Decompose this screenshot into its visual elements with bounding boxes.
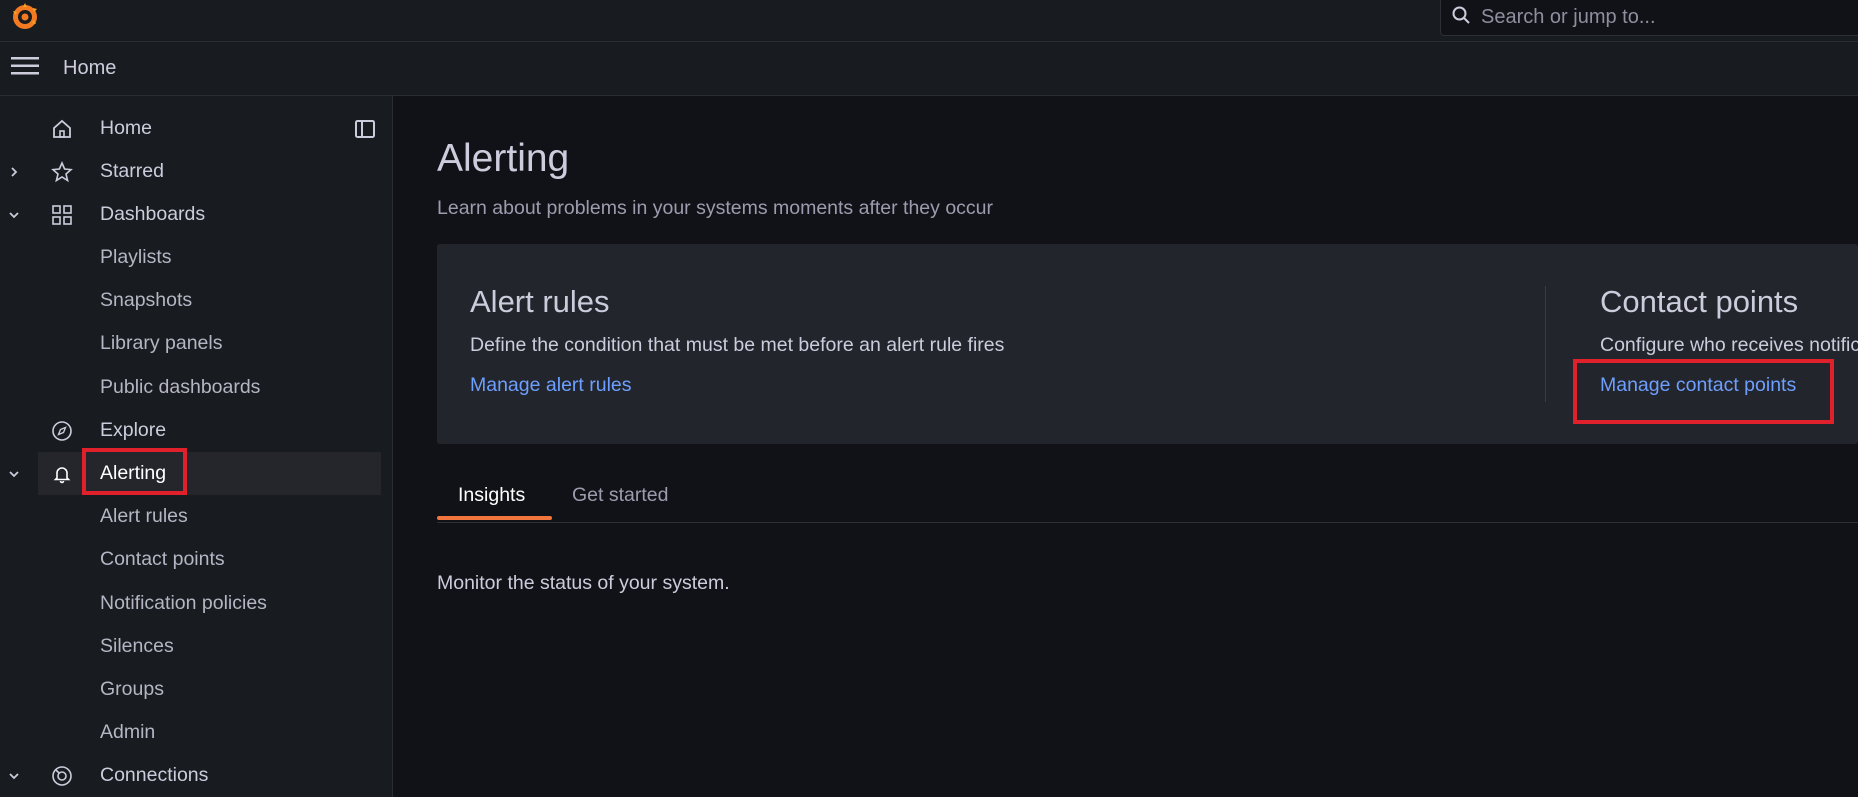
hamburger-icon bbox=[11, 56, 39, 81]
grafana-logo-icon[interactable] bbox=[8, 0, 42, 34]
sidebar-item-label: Groups bbox=[100, 678, 164, 700]
sidebar-item-home[interactable]: Home bbox=[0, 107, 381, 150]
sidebar-item-starred[interactable]: Starred bbox=[0, 150, 381, 193]
page-subtitle: Learn about problems in your systems mom… bbox=[437, 197, 993, 219]
sidebar-item-label: Home bbox=[100, 117, 153, 139]
breadcrumb-bar: Home bbox=[0, 42, 1858, 96]
card-description-contact-points: Configure who receives notifications bbox=[1600, 334, 1858, 356]
sidebar-item-label: Connections bbox=[100, 764, 209, 786]
tab-get-started[interactable]: Get started bbox=[572, 467, 668, 523]
sidebar-item-notification-policies[interactable]: Notification policies bbox=[0, 582, 381, 625]
sidebar-item-dashboards[interactable]: Dashboards bbox=[0, 193, 381, 236]
sidebar-item-label: Alert rules bbox=[100, 505, 188, 527]
search-placeholder: Search or jump to... bbox=[1481, 6, 1656, 28]
star-icon bbox=[50, 160, 74, 184]
card-title-alert-rules: Alert rules bbox=[470, 284, 610, 319]
sidebar-item-explore[interactable]: Explore bbox=[0, 409, 381, 452]
connections-icon bbox=[50, 764, 74, 788]
sidebar-item-label: Library panels bbox=[100, 332, 223, 354]
sidebar-item-label: Snapshots bbox=[100, 289, 193, 311]
sidebar-item-connections[interactable]: Connections bbox=[0, 754, 381, 797]
chevron-right-icon[interactable] bbox=[6, 164, 22, 180]
sidebar-item-label: Starred bbox=[100, 160, 164, 182]
sidebar-item-label: Dashboards bbox=[100, 203, 206, 225]
chevron-down-icon[interactable] bbox=[6, 466, 22, 482]
search-input[interactable]: Search or jump to... bbox=[1440, 0, 1858, 36]
compass-icon bbox=[50, 419, 74, 443]
sidebar-item-silences[interactable]: Silences bbox=[0, 625, 381, 668]
sidebar-item-admin[interactable]: Admin bbox=[0, 711, 381, 754]
breadcrumb[interactable]: Home bbox=[63, 57, 116, 80]
sidebar-item-label: Playlists bbox=[100, 246, 172, 268]
sidebar-item-label: Explore bbox=[100, 419, 167, 441]
manage-alert-rules-link[interactable]: Manage alert rules bbox=[470, 374, 632, 397]
chevron-down-icon[interactable] bbox=[6, 768, 22, 784]
sidebar-item-alerting[interactable]: Alerting bbox=[38, 452, 381, 495]
card-divider bbox=[1545, 286, 1546, 402]
tab-bar: Insights Get started bbox=[437, 467, 1858, 523]
home-icon bbox=[50, 117, 74, 141]
insights-text: Monitor the status of your system. bbox=[437, 572, 730, 594]
sidebar-item-label: Admin bbox=[100, 721, 156, 743]
sidebar-item-label: Public dashboards bbox=[100, 376, 261, 398]
top-bar: Search or jump to... bbox=[0, 0, 1858, 42]
main-content: Alerting Learn about problems in your sy… bbox=[394, 97, 1858, 797]
bell-icon bbox=[50, 462, 74, 486]
card-title-contact-points: Contact points bbox=[1600, 284, 1799, 319]
dashboards-icon bbox=[50, 203, 74, 227]
menu-toggle-button[interactable] bbox=[0, 42, 50, 96]
cards-panel: Alert rules Define the condition that mu… bbox=[437, 244, 1858, 444]
sidebar-item-alert-rules[interactable]: Alert rules bbox=[0, 495, 381, 538]
chevron-down-icon[interactable] bbox=[6, 207, 22, 223]
sidebar-item-groups[interactable]: Groups bbox=[0, 668, 381, 711]
tab-insights[interactable]: Insights bbox=[458, 467, 525, 523]
sidebar-item-snapshots[interactable]: Snapshots bbox=[0, 279, 381, 322]
manage-contact-points-link[interactable]: Manage contact points bbox=[1600, 374, 1796, 397]
sidebar-item-contact-points[interactable]: Contact points bbox=[0, 538, 381, 581]
sidebar-item-label: Contact points bbox=[100, 548, 225, 570]
search-icon bbox=[1451, 5, 1471, 31]
sidebar-alerting-toggle[interactable] bbox=[0, 452, 38, 495]
card-description-alert-rules: Define the condition that must be met be… bbox=[470, 334, 1005, 356]
sidebar-item-label: Alerting bbox=[100, 462, 167, 484]
sidebar-item-playlists[interactable]: Playlists bbox=[0, 236, 381, 279]
sidebar-item-library-panels[interactable]: Library panels bbox=[0, 322, 381, 365]
sidebar-item-label: Notification policies bbox=[100, 592, 267, 614]
active-tab-indicator bbox=[437, 516, 552, 520]
page-title: Alerting bbox=[437, 137, 570, 180]
sidebar-item-label: Silences bbox=[100, 635, 174, 657]
sidebar-item-public-dashboards[interactable]: Public dashboards bbox=[0, 366, 381, 409]
